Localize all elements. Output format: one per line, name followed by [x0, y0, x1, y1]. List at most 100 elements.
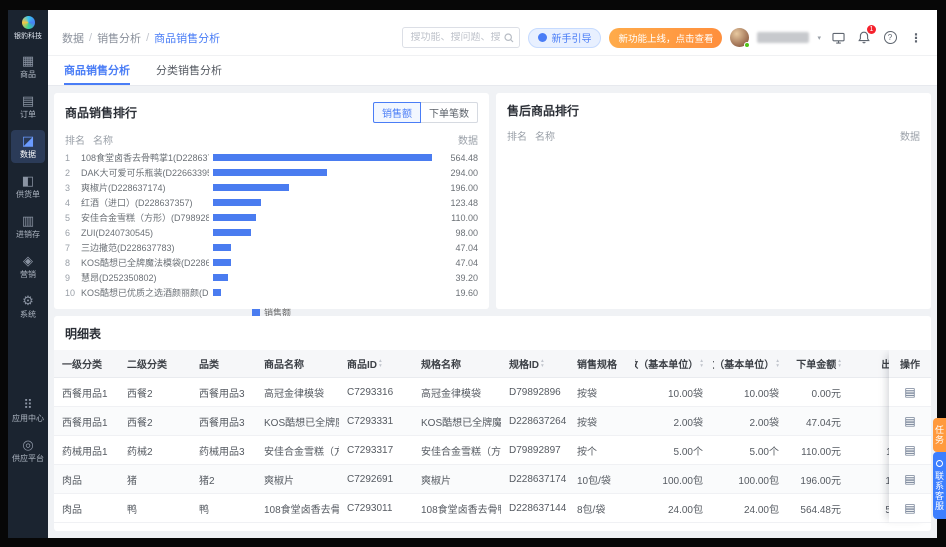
column-header-label: 品类: [199, 356, 219, 371]
table-cell: D228637174: [501, 465, 569, 493]
ranking-row: 4红酒（进口）(D228637357)123.48: [65, 195, 478, 210]
sort-icon[interactable]: ▴▾: [776, 359, 779, 368]
breadcrumb-item[interactable]: 销售分析: [97, 30, 141, 46]
sales-bar: [213, 244, 231, 251]
app-logo[interactable]: 银豹科技: [14, 16, 42, 41]
sort-icon[interactable]: ▴▾: [700, 359, 703, 368]
ranking-row: 2DAK大可爱可乐瓶装(D226633951)294.00: [65, 165, 478, 180]
table-cell: 西餐用品3: [191, 378, 256, 406]
sidebar-item-marketing[interactable]: ◈营销: [11, 250, 45, 283]
column-header[interactable]: 规格ID▴▾: [501, 350, 569, 377]
ranking-row: 10KOS酷想已优质之选酒颜丽颜(D228634298)19.60: [65, 285, 478, 300]
rank-number: 8: [65, 258, 81, 268]
sidebar-item-goods[interactable]: ▦商品: [11, 50, 45, 83]
table-cell: 108食堂卤香去骨鸭掌: [256, 494, 339, 522]
product-name: 红酒（进口）(D228637357): [81, 196, 209, 209]
tab-category-sales[interactable]: 分类销售分析: [156, 56, 222, 85]
rank-number: 1: [65, 153, 81, 163]
sidebar-item-supply-platform[interactable]: ◎供应平台: [11, 434, 45, 467]
column-header[interactable]: 下单数（基本单位）▴▾: [635, 350, 713, 377]
guide-button[interactable]: 新手引导: [528, 28, 601, 48]
table-cell: 按袋: [569, 378, 635, 406]
contact-service-button[interactable]: 联系客服: [933, 452, 946, 519]
action-cell: ▤: [889, 378, 931, 407]
table-cell: 西餐2: [119, 378, 191, 406]
sales-value: 110.00: [432, 213, 478, 223]
notification-badge: 1: [867, 25, 876, 34]
row-detail-icon[interactable]: ▤: [904, 414, 915, 428]
sales-value: 47.04: [432, 243, 478, 253]
metric-sales-amount-button[interactable]: 销售额: [373, 102, 421, 123]
screen: 银豹科技 ▦商品▤订单◪数据◧供货单▥进销存◈营销⚙系统 ⠿应用中心◎供应平台 …: [0, 0, 946, 547]
row-detail-icon[interactable]: ▤: [904, 443, 915, 457]
topbar-actions: 新手引导 新功能上线，点击查看 ▾ 1: [402, 27, 925, 48]
sales-bar: [213, 274, 228, 281]
chevron-down-icon[interactable]: ▾: [817, 34, 821, 42]
workspace-monitor-icon[interactable]: [829, 29, 847, 47]
ranking-row: 7三边撒范(D228637783)47.04: [65, 240, 478, 255]
sort-icon[interactable]: ▴▾: [838, 359, 841, 368]
table-row: 西餐用品1西餐2西餐用品3KOS酷想已全牌魔法模袋C7293331KOS酷想已全…: [54, 407, 931, 436]
more-menu-icon[interactable]: ⋮: [907, 29, 925, 47]
breadcrumb-item: 商品销售分析: [154, 30, 220, 46]
contact-service-label: 联系客服: [933, 471, 946, 511]
sort-icon[interactable]: ▴▾: [379, 359, 382, 368]
table-cell: 猪: [119, 465, 191, 493]
search-input[interactable]: [403, 32, 504, 43]
row-detail-icon[interactable]: ▤: [904, 385, 915, 399]
search-box: [402, 27, 520, 48]
marketing-icon: ◈: [23, 254, 33, 268]
table-cell: 爽椒片: [413, 465, 501, 493]
ranking-row: 5安佳合金雪糕（方形）(D79892897)110.00: [65, 210, 478, 225]
row-detail-icon[interactable]: ▤: [904, 501, 915, 515]
sales-bar: [213, 229, 251, 236]
sidebar-item-data[interactable]: ◪数据: [11, 130, 45, 163]
sort-icon[interactable]: ▴▾: [541, 359, 544, 368]
rank-number: 2: [65, 168, 81, 178]
table-cell: 24.00包: [635, 494, 713, 522]
column-header[interactable]: 下单金额▴▾: [789, 350, 851, 377]
sidebar-item-inventory[interactable]: ▥进销存: [11, 210, 45, 243]
guide-button-label: 新手引导: [551, 30, 591, 45]
bar-track: [213, 244, 432, 251]
help-icon[interactable]: ?: [881, 29, 899, 47]
sidebar-item-system[interactable]: ⚙系统: [11, 290, 45, 323]
row-detail-icon[interactable]: ▤: [904, 472, 915, 486]
sales-value: 294.00: [432, 168, 478, 178]
bar-track: [213, 214, 432, 221]
ranking-row: 3爽椒片(D228637174)196.00: [65, 180, 478, 195]
table-cell: 47.04元: [789, 407, 851, 435]
column-header: 二级分类: [119, 350, 191, 377]
tabbar: 商品销售分析分类销售分析: [48, 56, 937, 86]
bar-track: [213, 259, 432, 266]
column-header-label: 出库数（基本单位）: [713, 356, 774, 371]
sort-desc-icon: ▾: [838, 364, 841, 369]
task-float-button[interactable]: 任务: [933, 418, 946, 452]
rank-number: 3: [65, 183, 81, 193]
table-cell: 西餐2: [119, 407, 191, 435]
table-cell: C7293011: [339, 494, 413, 522]
sales-value: 19.60: [432, 288, 478, 298]
avatar[interactable]: [730, 28, 749, 47]
table-cell: D228637264: [501, 407, 569, 435]
sidebar-item-supply-order[interactable]: ◧供货单: [11, 170, 45, 203]
metric-order-count-button[interactable]: 下单笔数: [420, 102, 478, 123]
sidebar-item-orders[interactable]: ▤订单: [11, 90, 45, 123]
breadcrumb-item[interactable]: 数据: [62, 30, 84, 46]
sidebar-item-app-center[interactable]: ⠿应用中心: [11, 394, 45, 427]
sales-value: 39.20: [432, 273, 478, 283]
tab-product-sales[interactable]: 商品销售分析: [64, 56, 130, 85]
sidebar-item-label: 供货单: [16, 189, 40, 200]
column-header[interactable]: 出库数（基本单位）▴▾: [713, 350, 789, 377]
action-cell: ▤: [889, 407, 931, 436]
detail-table-card: 明细表 一级分类二级分类品类商品名称商品ID▴▾规格名称规格ID▴▾销售规格下单…: [54, 316, 931, 531]
notification-bell-icon[interactable]: 1: [855, 29, 873, 47]
inventory-icon: ▥: [22, 214, 34, 228]
sort-desc-icon: ▾: [700, 364, 703, 369]
promo-button[interactable]: 新功能上线，点击查看: [609, 28, 722, 48]
table-cell: KOS酷想已全牌魔法模袋: [413, 407, 501, 435]
bar-track: [213, 169, 432, 176]
column-header[interactable]: 商品ID▴▾: [339, 350, 413, 377]
table-cell: 108食堂卤香去骨鸭掌1: [413, 494, 501, 522]
search-icon: [504, 33, 514, 43]
